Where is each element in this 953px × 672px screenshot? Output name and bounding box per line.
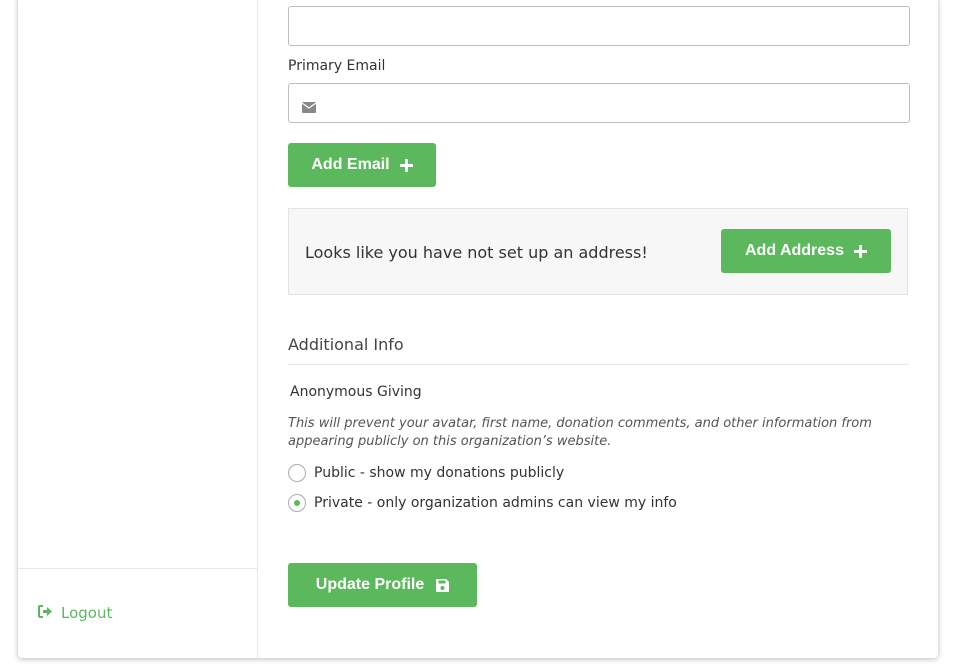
sign-out-icon [38,604,61,622]
plus-icon [399,158,413,172]
sidebar: Logout [18,0,258,658]
envelope-icon [301,98,317,117]
update-profile-label: Update Profile [315,576,425,593]
sidebar-footer: Logout [18,568,257,658]
radio-public-label: Public - show my donations publicly [314,465,565,481]
radio-private-option[interactable]: Private - only organization admins can v… [288,494,677,512]
profile-card: Logout Primary Email Add Email Looks lik… [18,0,938,658]
additional-info-title: Additional Info [288,335,404,354]
radio-public-option[interactable]: Public - show my donations publicly [288,464,564,482]
address-empty-panel: Looks like you have not set up an addres… [288,208,908,295]
add-email-label: Add Email [311,156,390,173]
anonymous-giving-label: Anonymous Giving [290,384,422,400]
save-icon [436,578,450,592]
plus-icon [853,244,867,258]
radio-private[interactable] [288,494,306,512]
primary-email-label: Primary Email [288,58,386,74]
section-divider [288,364,909,365]
logout-link[interactable]: Logout [38,604,112,622]
primary-email-input[interactable] [288,83,910,123]
anonymous-giving-note: This will prevent your avatar, first nam… [288,416,872,449]
add-email-button[interactable]: Add Email [288,143,436,187]
radio-public[interactable] [288,464,306,482]
radio-private-label: Private - only organization admins can v… [314,495,677,511]
previous-field-input[interactable] [288,6,910,46]
logout-label: Logout [61,604,113,622]
update-profile-button[interactable]: Update Profile [288,563,477,607]
profile-form: Primary Email Add Email Looks like you h… [288,0,910,658]
add-address-button[interactable]: Add Address [721,229,891,273]
add-address-label: Add Address [745,242,844,259]
address-empty-text: Looks like you have not set up an addres… [305,243,648,262]
radio-selected-dot [294,500,300,506]
